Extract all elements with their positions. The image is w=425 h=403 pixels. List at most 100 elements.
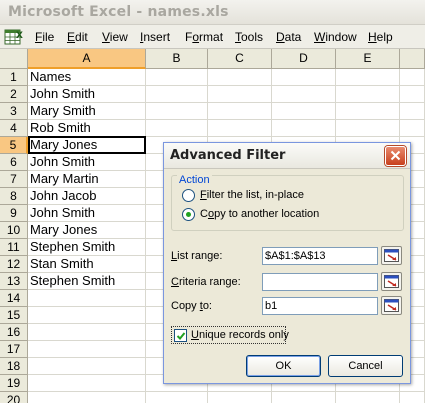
- row-header[interactable]: 15: [0, 307, 28, 324]
- row-header[interactable]: 18: [0, 358, 28, 375]
- menu-edit[interactable]: Edit: [67, 30, 88, 44]
- row-header[interactable]: 6: [0, 154, 28, 171]
- grid-cell[interactable]: [336, 103, 400, 120]
- column-header-c[interactable]: C: [208, 49, 272, 69]
- list-range-input[interactable]: $A$1:$A$13: [262, 247, 378, 265]
- grid-cell[interactable]: [336, 120, 400, 137]
- column-header-f-partial[interactable]: [400, 49, 425, 69]
- grid-cell[interactable]: [28, 392, 146, 403]
- row-header[interactable]: 13: [0, 273, 28, 290]
- row-header[interactable]: 5: [0, 137, 28, 154]
- menu-format[interactable]: Format: [185, 30, 223, 44]
- grid-cell[interactable]: [146, 69, 208, 86]
- grid-cell[interactable]: [28, 290, 146, 307]
- grid-cell[interactable]: [28, 375, 146, 392]
- grid-cell[interactable]: [146, 86, 208, 103]
- row-header[interactable]: 7: [0, 171, 28, 188]
- row-header[interactable]: 2: [0, 86, 28, 103]
- grid-cell[interactable]: [208, 103, 272, 120]
- grid-cell[interactable]: [208, 120, 272, 137]
- copy-to-collapse-button[interactable]: [381, 296, 402, 315]
- grid-cell[interactable]: [400, 120, 425, 137]
- dialog-title-bar[interactable]: Advanced Filter: [164, 143, 410, 169]
- menu-view-accel: V: [102, 30, 110, 44]
- grid-cell[interactable]: Rob Smith: [28, 120, 146, 137]
- row-header[interactable]: 19: [0, 375, 28, 392]
- grid-cell[interactable]: Mary Martin: [28, 171, 146, 188]
- grid-cell[interactable]: Names: [28, 69, 146, 86]
- grid-cell[interactable]: [28, 324, 146, 341]
- grid-cell[interactable]: [146, 392, 208, 403]
- criteria-range-collapse-button[interactable]: [381, 272, 402, 291]
- grid-cell[interactable]: [272, 103, 336, 120]
- row-header[interactable]: 17: [0, 341, 28, 358]
- menu-view[interactable]: View: [102, 30, 128, 44]
- grid-cell[interactable]: [336, 69, 400, 86]
- grid-cell[interactable]: [400, 103, 425, 120]
- column-header-e[interactable]: E: [336, 49, 400, 69]
- grid-cell[interactable]: Stephen Smith: [28, 273, 146, 290]
- grid-cell[interactable]: [272, 392, 336, 403]
- row-header[interactable]: 12: [0, 256, 28, 273]
- grid-cell[interactable]: [28, 341, 146, 358]
- menu-insert[interactable]: Insert: [140, 30, 170, 44]
- select-all-corner[interactable]: [0, 49, 28, 69]
- row-header[interactable]: 1: [0, 69, 28, 86]
- grid-cell[interactable]: [336, 86, 400, 103]
- row-header[interactable]: 9: [0, 205, 28, 222]
- menu-data[interactable]: Data: [276, 30, 301, 44]
- copy-to-pre: Copy: [171, 300, 200, 312]
- grid-cell[interactable]: [400, 392, 425, 403]
- grid-cell[interactable]: John Smith: [28, 154, 146, 171]
- row-header[interactable]: 10: [0, 222, 28, 239]
- grid-cell[interactable]: Stephen Smith: [28, 239, 146, 256]
- grid-cell[interactable]: [208, 392, 272, 403]
- column-header-b[interactable]: B: [146, 49, 208, 69]
- menu-help[interactable]: Help: [368, 30, 393, 44]
- grid-cell[interactable]: John Smith: [28, 205, 146, 222]
- copy-to-label: Copy to:: [171, 300, 212, 312]
- copy-to-input[interactable]: b1: [262, 297, 378, 315]
- excel-sheet-icon[interactable]: X: [4, 28, 24, 46]
- ok-button[interactable]: OK: [246, 355, 321, 377]
- grid-cell[interactable]: Stan Smith: [28, 256, 146, 273]
- grid-cell[interactable]: [28, 307, 146, 324]
- grid-cell[interactable]: [208, 86, 272, 103]
- grid-cell[interactable]: [272, 69, 336, 86]
- column-header-a[interactable]: A: [28, 49, 146, 69]
- grid-cell[interactable]: [272, 120, 336, 137]
- list-range-collapse-button[interactable]: [381, 246, 402, 265]
- list-range-text: ist range:: [177, 250, 223, 262]
- row-header[interactable]: 20: [0, 392, 28, 403]
- filter-in-place-radio[interactable]: [182, 189, 195, 202]
- criteria-range-input[interactable]: [262, 273, 378, 291]
- grid-cell[interactable]: John Jacob: [28, 188, 146, 205]
- grid-cell[interactable]: John Smith: [28, 86, 146, 103]
- grid-cell[interactable]: [146, 120, 208, 137]
- menu-window[interactable]: Window: [314, 30, 357, 44]
- grid-cell[interactable]: [336, 392, 400, 403]
- row-header[interactable]: 3: [0, 103, 28, 120]
- unique-records-checkbox[interactable]: [174, 329, 187, 342]
- grid-cell[interactable]: [208, 69, 272, 86]
- grid-cell[interactable]: [400, 86, 425, 103]
- close-button[interactable]: [385, 146, 406, 166]
- menu-tools[interactable]: Tools: [235, 30, 263, 44]
- grid-cell[interactable]: Mary Smith: [28, 103, 146, 120]
- grid-cell[interactable]: [28, 358, 146, 375]
- row-header[interactable]: 8: [0, 188, 28, 205]
- row-header[interactable]: 14: [0, 290, 28, 307]
- cancel-button[interactable]: Cancel: [328, 355, 403, 377]
- grid-cell[interactable]: [400, 69, 425, 86]
- row-header[interactable]: 16: [0, 324, 28, 341]
- row-header[interactable]: 4: [0, 120, 28, 137]
- row-header[interactable]: 11: [0, 239, 28, 256]
- menu-file[interactable]: File: [35, 30, 54, 44]
- grid-cell[interactable]: [272, 86, 336, 103]
- unique-records-option[interactable]: Unique records only: [171, 326, 289, 344]
- column-header-d[interactable]: D: [272, 49, 336, 69]
- active-cell-border[interactable]: [28, 136, 146, 154]
- grid-cell[interactable]: Mary Jones: [28, 222, 146, 239]
- grid-cell[interactable]: [146, 103, 208, 120]
- copy-to-location-radio[interactable]: [182, 208, 195, 221]
